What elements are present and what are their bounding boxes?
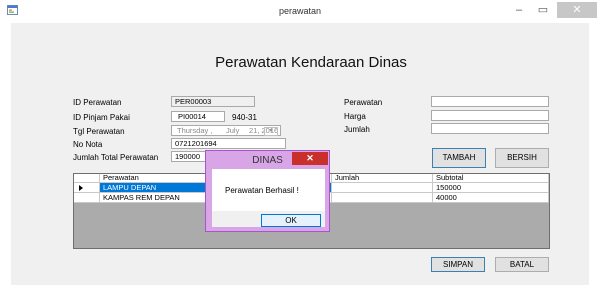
- close-button[interactable]: ✕: [557, 2, 597, 18]
- calendar-dropdown-icon[interactable]: ▼: [264, 127, 278, 136]
- no-nota-label: No Nota: [73, 140, 103, 149]
- dialog-ok-button[interactable]: OK: [261, 214, 321, 227]
- title-bar: perawatan – ▭ ✕: [0, 0, 600, 22]
- batal-button[interactable]: BATAL: [495, 257, 549, 272]
- id-pinjam-field[interactable]: PI00014: [171, 111, 225, 122]
- id-perawatan-field[interactable]: PER00003: [171, 96, 255, 107]
- harga-field[interactable]: [431, 110, 549, 121]
- simpan-button[interactable]: SIMPAN: [431, 257, 485, 272]
- table-cell[interactable]: [332, 183, 433, 193]
- id-pinjam-label: ID Pinjam Pakai: [73, 113, 130, 122]
- table-cell[interactable]: [332, 193, 433, 203]
- row-header-corner: [74, 174, 100, 183]
- jumlah-field[interactable]: [431, 123, 549, 134]
- dialog-close-button[interactable]: ✕: [292, 152, 328, 165]
- bersih-button[interactable]: BERSIH: [495, 148, 549, 168]
- column-header-jumlah[interactable]: Jumlah: [332, 174, 433, 183]
- message-dialog: DINAS ✕ Perawatan Berhasil ! OK: [205, 150, 330, 232]
- harga-label: Harga: [344, 112, 366, 121]
- no-nota-field[interactable]: 0721201694: [171, 138, 286, 149]
- table-cell[interactable]: 40000: [433, 193, 549, 203]
- dialog-body: Perawatan Berhasil ! OK: [212, 169, 325, 227]
- tgl-month: July: [226, 126, 240, 135]
- tambah-button[interactable]: TAMBAH: [432, 148, 486, 168]
- app-window: perawatan – ▭ ✕ Perawatan Kendaraan Dina…: [0, 0, 600, 288]
- row-header[interactable]: [74, 183, 100, 193]
- row-header[interactable]: [74, 193, 100, 203]
- jumlah-label: Jumlah: [344, 125, 370, 134]
- perawatan-field[interactable]: [431, 96, 549, 107]
- jumlah-total-label: Jumlah Total Perawatan: [73, 153, 159, 162]
- perawatan-label: Perawatan: [344, 98, 383, 107]
- dialog-footer: OK: [212, 211, 325, 227]
- column-header-subtotal[interactable]: Subtotal: [433, 174, 549, 183]
- tgl-perawatan-datepicker[interactable]: Thursday , July 21, 2016 ▼: [171, 125, 281, 136]
- dialog-message: Perawatan Berhasil !: [225, 186, 299, 195]
- tgl-day: Thursday ,: [177, 126, 213, 135]
- current-row-arrow-icon: [79, 185, 83, 191]
- table-cell[interactable]: 150000: [433, 183, 549, 193]
- id-pinjam-extra: 940-31: [232, 113, 257, 122]
- tgl-perawatan-label: Tgl Perawatan: [73, 127, 125, 136]
- minimize-button[interactable]: –: [508, 2, 530, 18]
- id-perawatan-label: ID Perawatan: [73, 98, 122, 107]
- page-title: Perawatan Kendaraan Dinas: [215, 54, 407, 71]
- maximize-button[interactable]: ▭: [532, 2, 554, 18]
